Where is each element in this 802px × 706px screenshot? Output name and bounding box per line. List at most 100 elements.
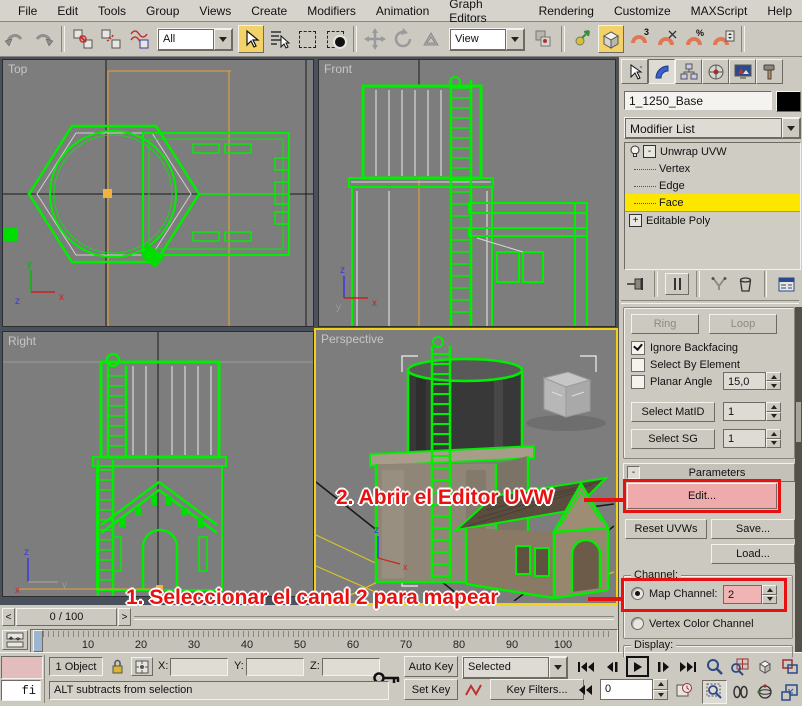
time-slider-next-button[interactable]: > [118,608,131,626]
auto-key-button[interactable]: Auto Key [404,656,458,677]
matid-arrows[interactable] [766,402,781,421]
make-unique-button[interactable] [707,273,730,295]
stack-item-face-selected[interactable]: Face [625,194,800,211]
dropdown-arrow-icon[interactable] [506,29,524,50]
key-mode-toggle-button[interactable] [574,679,597,700]
remove-modifier-button[interactable] [734,273,757,295]
maxscript-mini-listener[interactable]: fi [1,680,41,701]
panel-scrollbar-thumb[interactable] [796,402,801,442]
set-key-button[interactable]: Set Key [404,679,458,700]
ignore-backfacing-checkbox[interactable] [631,341,645,355]
sg-spinner[interactable]: 1 [723,429,781,448]
menu-file[interactable]: File [8,1,47,21]
next-frame-button[interactable] [652,656,675,677]
selection-lock-button[interactable] [107,657,127,676]
bind-to-space-warp-button[interactable] [126,25,152,53]
y-coord-field[interactable] [246,658,304,676]
vertex-color-radio[interactable] [631,617,644,630]
menu-maxscript[interactable]: MAXScript [681,1,758,21]
menu-animation[interactable]: Animation [366,1,439,21]
time-slider-handle[interactable]: 0 / 100 [16,608,117,626]
menu-group[interactable]: Group [136,1,189,21]
dropdown-arrow-icon[interactable] [782,118,800,138]
save-uvws-button[interactable]: Save... [711,519,795,539]
select-object-button[interactable] [238,25,264,53]
viewport-right[interactable]: Right [2,331,314,597]
tab-utilities[interactable] [756,59,783,84]
load-uvws-button[interactable]: Load... [711,544,795,564]
dropdown-arrow-icon[interactable] [214,29,232,50]
loop-button[interactable]: Loop [709,314,777,334]
modifier-enabled-bulb-icon[interactable] [629,145,641,158]
track-bar-ruler[interactable]: 0 10 20 30 40 50 60 70 80 90 100 [30,629,618,653]
planar-angle-checkbox[interactable] [631,375,645,389]
viewport-front[interactable]: Front [318,59,616,327]
tab-hierarchy[interactable] [675,59,702,84]
window-crossing-toggle-button[interactable] [322,25,348,53]
menu-edit[interactable]: Edit [47,1,88,21]
panel-scrollbar[interactable] [795,307,802,652]
pan-button[interactable] [727,680,752,704]
maximize-viewport-toggle-button[interactable] [777,680,802,704]
configure-modifier-sets-button[interactable] [774,273,799,295]
x-coord-field[interactable] [170,658,228,676]
angle-snap-button[interactable] [654,25,680,53]
time-slider-prev-button[interactable]: < [2,608,15,626]
snap-3d-toggle-button[interactable]: 3 [626,25,652,53]
select-by-element-checkbox[interactable] [631,358,645,372]
zoom-extents-all-button[interactable] [777,655,802,679]
modifier-list-dropdown[interactable]: Modifier List [624,117,801,139]
menu-modifiers[interactable]: Modifiers [297,1,366,21]
reference-coordinate-dropdown[interactable]: View [449,28,525,51]
redo-button[interactable] [30,25,56,53]
menu-help[interactable]: Help [757,1,802,21]
snaps-toggle-button[interactable] [598,25,624,53]
tab-display[interactable] [729,59,756,84]
planar-angle-spinner[interactable]: 15,0 [723,372,781,390]
viewport-top[interactable]: Top [2,59,314,327]
stack-item-unwrap-uvw[interactable]: - Unwrap UVW [625,143,800,160]
select-by-name-button[interactable] [266,25,292,53]
menu-tools[interactable]: Tools [88,1,136,21]
ring-button[interactable]: Ring [631,314,699,334]
undo-button[interactable] [2,25,28,53]
rollout-collapse-icon[interactable]: - [627,466,640,479]
previous-frame-button[interactable] [600,656,623,677]
arc-rotate-button[interactable] [752,680,777,704]
macro-recorder-pane[interactable] [1,656,43,679]
rectangular-selection-region-button[interactable] [294,25,320,53]
menu-create[interactable]: Create [241,1,297,21]
select-and-move-button[interactable] [362,25,388,53]
play-button[interactable] [626,656,649,677]
select-matid-button[interactable]: Select MatID [631,402,715,422]
default-in-out-tangents-button[interactable] [462,679,486,700]
unlink-selection-button[interactable] [98,25,124,53]
object-name-field[interactable]: 1_1250_Base [624,91,772,110]
key-scope-dropdown[interactable]: Selected [462,656,568,679]
absolute-offset-toggle[interactable] [131,657,153,676]
collapse-stack-icon[interactable]: - [643,145,656,158]
percent-snap-button[interactable]: % [682,25,708,53]
open-mini-curve-editor-button[interactable] [2,630,28,650]
sg-arrows[interactable] [766,429,781,448]
menu-views[interactable]: Views [189,1,241,21]
select-and-rotate-button[interactable] [390,25,416,53]
time-slider-track[interactable] [134,616,614,620]
frame-spinner-arrows[interactable] [653,679,668,700]
time-configuration-button[interactable] [672,679,696,700]
reset-uvws-button[interactable]: Reset UVWs [625,519,707,539]
tab-motion[interactable] [702,59,729,84]
zoom-button[interactable] [702,655,727,679]
selection-filter-dropdown[interactable]: All [157,28,233,51]
frame-position-handle[interactable] [33,630,43,652]
dropdown-arrow-icon[interactable] [549,657,567,678]
matid-spinner[interactable]: 1 [723,402,781,421]
select-and-manipulate-button[interactable] [570,25,596,53]
zoom-all-button[interactable] [727,655,752,679]
stack-item-editable-poly[interactable]: + Editable Poly [625,211,800,229]
key-filters-button[interactable]: Key Filters... [490,679,584,700]
region-zoom-button[interactable] [702,680,727,704]
select-sg-button[interactable]: Select SG [631,429,715,449]
viewport-perspective[interactable]: Perspective [314,328,618,605]
go-to-start-button[interactable] [574,656,597,677]
